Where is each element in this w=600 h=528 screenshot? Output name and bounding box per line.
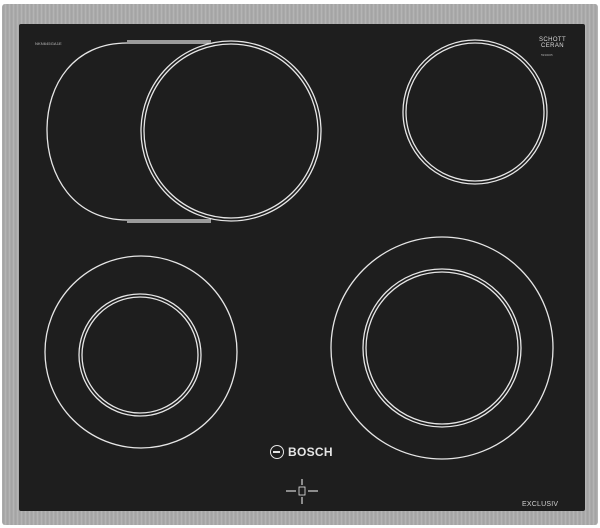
cooking-zone-front-right [330, 236, 554, 460]
model-number: NKN645GA1E [35, 41, 62, 46]
ceramic-glass-surface: NKN645GA1E SCHOTT CERAN 5930005 BOSCH EX… [19, 24, 585, 511]
series-label: EXCLUSIV [522, 501, 559, 508]
glass-code: 5930005 [541, 53, 553, 57]
hob-frame: NKN645GA1E SCHOTT CERAN 5930005 BOSCH EX… [2, 4, 598, 525]
bosch-logo: BOSCH [270, 445, 342, 461]
cooking-zone-markings [44, 39, 554, 504]
bosch-armature-icon [270, 445, 284, 459]
cooking-zone-rear-right [402, 39, 548, 185]
schott-ceran-logo: SCHOTT CERAN [539, 37, 566, 49]
schott-logo-line2: CERAN [541, 43, 565, 49]
zone-position-indicator [286, 479, 318, 504]
cooking-zone-rear-left [46, 40, 322, 223]
brand-name: BOSCH [288, 445, 333, 459]
cooking-zone-front-left [44, 255, 238, 449]
